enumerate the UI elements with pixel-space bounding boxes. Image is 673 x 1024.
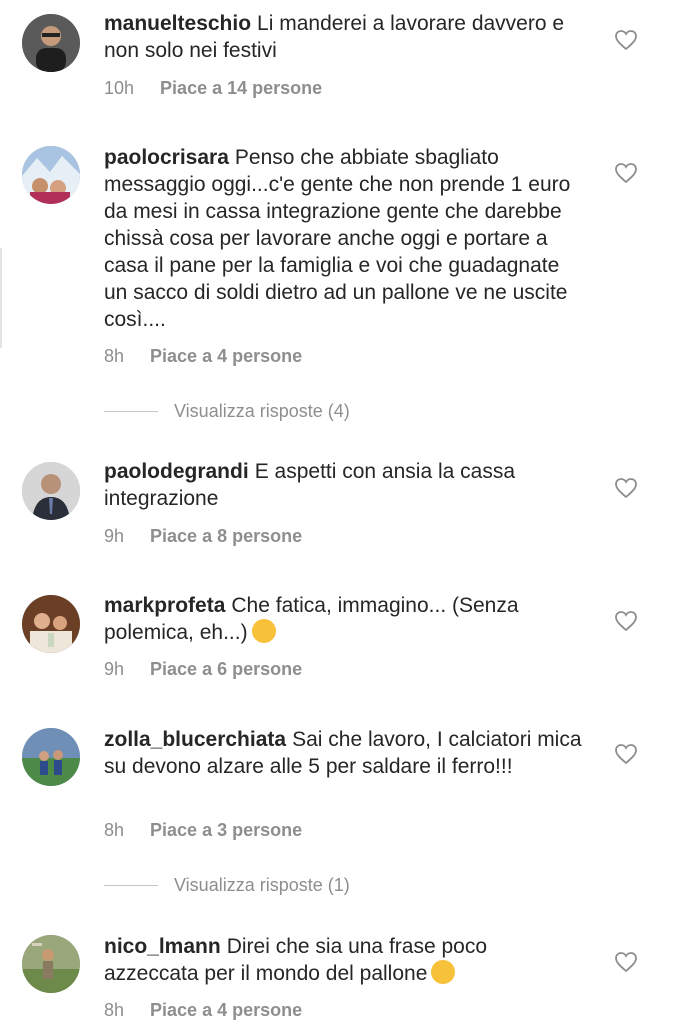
- comment-likes[interactable]: Piace a 3 persone: [150, 819, 302, 841]
- comment-body: manuelteschio Li manderei a lavorare davv…: [104, 10, 584, 64]
- comment-body: nico_lmann Direi che sia una frase poco a…: [104, 933, 584, 987]
- divider: [104, 411, 158, 412]
- comment-meta: 8h Piace a 4 persone: [104, 345, 302, 367]
- view-replies-button[interactable]: Visualizza risposte (4): [104, 401, 350, 425]
- comment-likes[interactable]: Piace a 14 persone: [160, 77, 322, 99]
- view-replies-label: Visualizza risposte (4): [174, 401, 350, 421]
- heart-icon[interactable]: [614, 951, 638, 973]
- heart-icon[interactable]: [614, 477, 638, 499]
- comment-body: paolocrisara Penso che abbiate sbagliato …: [104, 144, 584, 333]
- screaming-face-icon: [431, 960, 456, 984]
- comment-username[interactable]: markprofeta: [104, 594, 225, 617]
- view-replies-button[interactable]: Visualizza risposte (1): [104, 875, 350, 899]
- comment-meta: 10h Piace a 14 persone: [104, 77, 322, 99]
- avatar[interactable]: [22, 935, 80, 993]
- comment-body: markprofeta Che fatica, immagino... (Senz…: [104, 592, 584, 646]
- avatar[interactable]: [22, 146, 80, 204]
- avatar[interactable]: [22, 462, 80, 520]
- thinking-face-icon: [251, 619, 276, 643]
- comment-meta: 8h Piace a 4 persone: [104, 999, 302, 1021]
- comment-time: 8h: [104, 1000, 125, 1020]
- heart-icon[interactable]: [614, 610, 638, 632]
- comment-time: 10h: [104, 78, 135, 98]
- scroll-edge-indicator: [0, 248, 2, 348]
- comment-username[interactable]: paolodegrandi: [104, 460, 249, 483]
- comment-likes[interactable]: Piace a 4 persone: [150, 345, 302, 367]
- comment-time: 9h: [104, 659, 125, 679]
- heart-icon[interactable]: [614, 162, 638, 184]
- comment-likes[interactable]: Piace a 4 persone: [150, 999, 302, 1021]
- comment-time: 8h: [104, 346, 125, 366]
- heart-icon[interactable]: [614, 29, 638, 51]
- heart-icon[interactable]: [614, 743, 638, 765]
- comment-username[interactable]: manuelteschio: [104, 12, 251, 35]
- comment-body: paolodegrandi E aspetti con ansia la cass…: [104, 458, 584, 512]
- comment-body: zolla_blucerchiata Sai che lavoro, I calc…: [104, 726, 584, 780]
- avatar[interactable]: [22, 595, 80, 653]
- comment-meta: 8h Piace a 3 persone: [104, 819, 302, 841]
- comment-time: 8h: [104, 820, 125, 840]
- comment-meta: 9h Piace a 6 persone: [104, 658, 302, 680]
- comment-username[interactable]: nico_lmann: [104, 935, 221, 958]
- divider: [104, 885, 158, 886]
- comment-likes[interactable]: Piace a 6 persone: [150, 658, 302, 680]
- view-replies-label: Visualizza risposte (1): [174, 875, 350, 895]
- comment-meta: 9h Piace a 8 persone: [104, 525, 302, 547]
- comment-likes[interactable]: Piace a 8 persone: [150, 525, 302, 547]
- comment-text: Penso che abbiate sbagliato messaggio og…: [104, 146, 571, 331]
- comment-username[interactable]: paolocrisara: [104, 146, 229, 169]
- avatar[interactable]: [22, 14, 80, 72]
- comment-time: 9h: [104, 526, 125, 546]
- avatar[interactable]: [22, 728, 80, 786]
- comment-username[interactable]: zolla_blucerchiata: [104, 728, 286, 751]
